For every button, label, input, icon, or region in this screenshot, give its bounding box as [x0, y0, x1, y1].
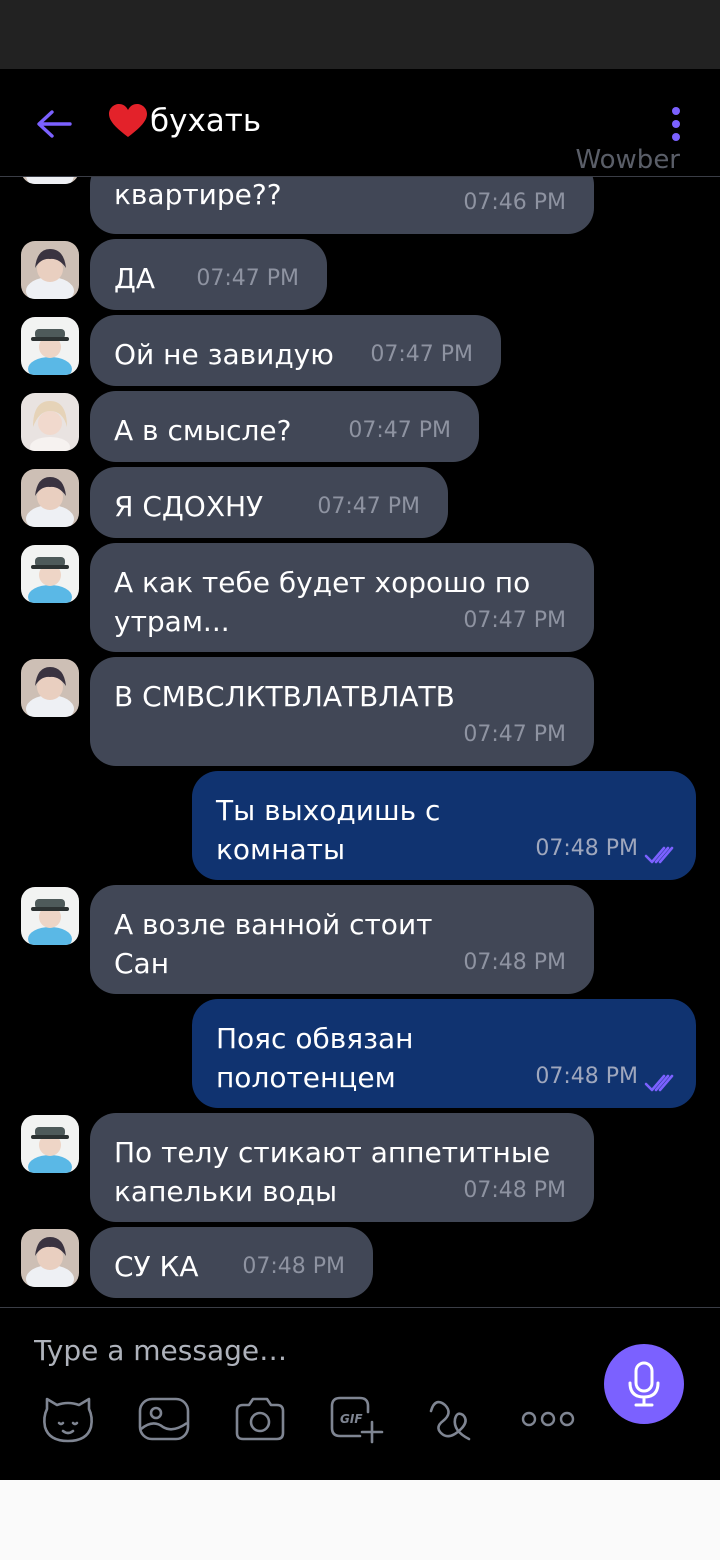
status-bar: [0, 0, 720, 69]
gif-button[interactable]: GIF: [328, 1394, 384, 1444]
message-bubble[interactable]: Ой не завидую 07:47 PM: [90, 315, 501, 386]
microphone-icon: [628, 1361, 660, 1407]
avatar[interactable]: [21, 241, 79, 299]
message-time: 07:48 PM: [463, 950, 566, 975]
svg-text:GIF: GIF: [340, 1412, 363, 1426]
message-bubble[interactable]: Я СДОХНУ 07:47 PM: [90, 467, 448, 538]
message-bubble[interactable]: А возле ванной стоит Сан 07:48 PM: [90, 885, 594, 994]
message-time: 07:47 PM: [348, 418, 451, 443]
message-list[interactable]: квартире?? 07:46 PM ДА 07:47 PM Ой не за…: [0, 69, 720, 1306]
doodle-icon: [429, 1400, 471, 1441]
vertical-dots-icon: [672, 107, 680, 141]
message-bubble[interactable]: А в смысле? 07:47 PM: [90, 391, 479, 462]
message-bubble[interactable]: ДА 07:47 PM: [90, 239, 327, 310]
avatar[interactable]: [21, 1115, 79, 1173]
doodle-button[interactable]: [424, 1394, 480, 1444]
message-time: 07:46 PM: [463, 190, 566, 215]
message-text: В СМВСЛКТВЛАТВЛАТВ: [114, 680, 455, 713]
more-icon: [521, 1411, 575, 1427]
message-time: 07:47 PM: [370, 342, 473, 367]
message-time: 07:48 PM: [242, 1254, 345, 1279]
back-arrow-icon: [37, 110, 72, 138]
chat-title[interactable]: бухать: [108, 103, 261, 139]
message-composer: GIF: [0, 1307, 720, 1480]
message-time: 07:47 PM: [463, 722, 566, 747]
chat-title-text: бухать: [150, 103, 262, 139]
message-bubble[interactable]: СУ КА 07:48 PM: [90, 1227, 373, 1298]
chat-screen: квартире?? 07:46 PM ДА 07:47 PM Ой не за…: [0, 69, 720, 1480]
message-input[interactable]: [34, 1328, 574, 1372]
message-time: 07:48 PM: [535, 836, 638, 861]
message-time: 07:47 PM: [463, 608, 566, 633]
avatar[interactable]: [21, 317, 79, 375]
avatar[interactable]: [21, 1229, 79, 1287]
camera-icon: [235, 1397, 285, 1441]
message-time: 07:48 PM: [535, 1064, 638, 1089]
double-check-icon: [644, 1074, 674, 1092]
message-time: 07:48 PM: [463, 1178, 566, 1203]
message-bubble[interactable]: По телу стикают аппетитные капельки воды…: [90, 1113, 594, 1222]
message-time: 07:47 PM: [317, 494, 420, 519]
sticker-button[interactable]: [40, 1394, 96, 1444]
double-check-icon: [644, 846, 674, 864]
gif-icon: GIF: [330, 1396, 384, 1444]
avatar[interactable]: [21, 659, 79, 717]
camera-button[interactable]: [232, 1394, 288, 1444]
gallery-button[interactable]: [136, 1394, 192, 1444]
more-attachments-button[interactable]: [520, 1394, 576, 1444]
message-bubble[interactable]: А как тебе будет хорошо по утрам... 07:4…: [90, 543, 594, 652]
message-bubble-outgoing[interactable]: Ты выходишь с комнаты 07:48 PM: [192, 771, 696, 880]
avatar[interactable]: [21, 393, 79, 451]
message-time: 07:47 PM: [196, 266, 299, 291]
watermark: Wowber: [575, 145, 680, 175]
more-options-button[interactable]: [656, 99, 696, 149]
avatar[interactable]: [21, 469, 79, 527]
chat-header: бухать Wowber: [0, 69, 720, 177]
voice-message-button[interactable]: [604, 1344, 684, 1424]
gallery-icon: [138, 1397, 190, 1441]
avatar[interactable]: [21, 545, 79, 603]
heart-icon: [109, 104, 147, 137]
avatar[interactable]: [21, 887, 79, 945]
back-button[interactable]: [26, 99, 82, 149]
system-navigation-bar: [0, 1480, 720, 1560]
message-bubble[interactable]: В СМВСЛКТВЛАТВЛАТВ 07:47 PM: [90, 657, 594, 766]
sticker-bear-icon: [43, 1397, 93, 1443]
message-bubble-outgoing[interactable]: Пояс обвязан полотенцем 07:48 PM: [192, 999, 696, 1108]
